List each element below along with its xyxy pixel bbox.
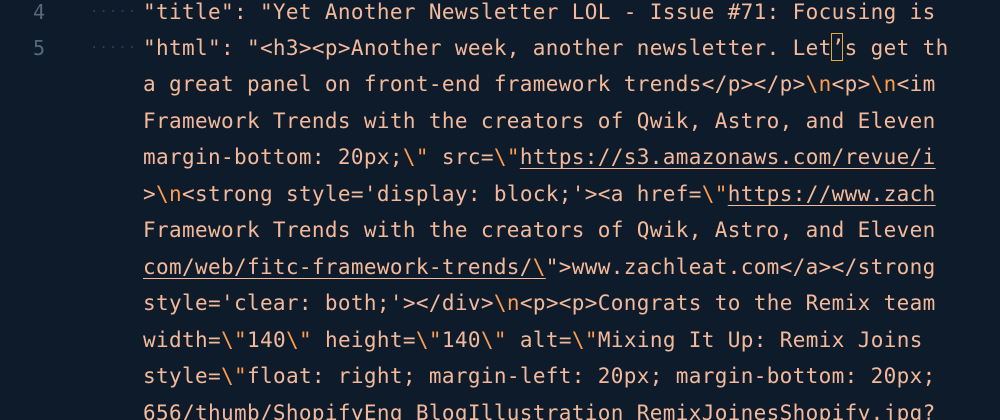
code-line: com/web/fitc-framework-trends/\">www.zac… (143, 255, 936, 279)
url-link[interactable]: 656/thumb/ShopifyEng_BlogIllustration_Re… (143, 401, 936, 420)
code-line: 656/thumb/ShopifyEng_BlogIllustration_Re… (143, 395, 936, 420)
url-link[interactable]: com/web/fitc-framework-trends/\ (143, 255, 546, 279)
code-line: "title": "Yet Another Newsletter LOL - I… (143, 0, 936, 24)
code-line: style=\"float: right; margin-left: 20px;… (143, 364, 936, 388)
text-cursor: ’ (830, 30, 845, 66)
code-line: "html": "<h3><p>Another week, another ne… (143, 30, 949, 66)
code-line: >\n<strong style='display: block;'><a hr… (143, 182, 936, 206)
code-line: Framework Trends with the creators of Qw… (143, 109, 936, 133)
code-line: a great panel on front-end framework tre… (143, 72, 936, 96)
url-link[interactable]: https://s3.amazonaws.com/revue/i (520, 145, 936, 169)
line-number: 5 (32, 36, 45, 60)
indent-guide: ············· (90, 40, 140, 56)
line-number-gutter: 4 5 (0, 0, 70, 420)
indent-guide: ············· (90, 4, 140, 20)
code-line: width=\"140\" height=\"140\" alt=\"Mixin… (143, 328, 923, 352)
code-line: style='clear: both;'></div>\n<p><p>Congr… (143, 291, 936, 315)
code-area[interactable]: "title": "Yet Another Newsletter LOL - I… (143, 0, 1000, 420)
code-line: Framework Trends with the creators of Qw… (143, 218, 936, 242)
code-editor[interactable]: 4 5 ············· ············· "title":… (0, 0, 1000, 420)
code-line: margin-bottom: 20px;\" src=\"https://s3.… (143, 145, 936, 169)
line-number: 4 (32, 0, 45, 24)
url-link[interactable]: https://www.zach (728, 182, 936, 206)
